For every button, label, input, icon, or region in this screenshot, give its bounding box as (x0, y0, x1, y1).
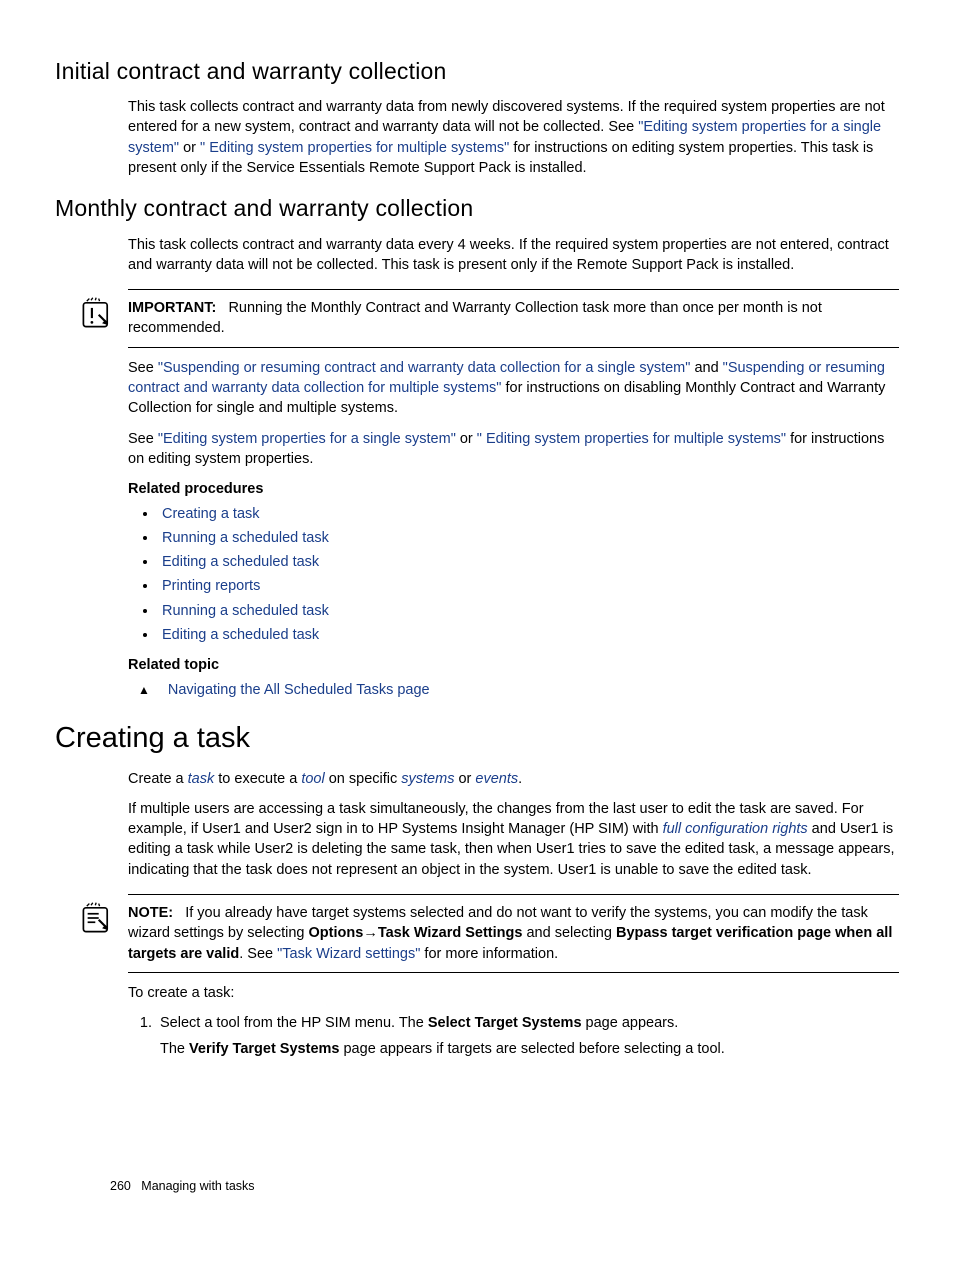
link-creating-task[interactable]: Creating a task (162, 506, 260, 522)
list-item: Editing a scheduled task (158, 625, 899, 645)
text: page appears if targets are selected bef… (339, 1041, 724, 1057)
link-edit-single-2[interactable]: "Editing system properties for a single … (158, 431, 456, 447)
section-heading-initial: Initial contract and warranty collection (55, 55, 899, 87)
text: . (518, 771, 522, 787)
related-topic-list: Navigating the All Scheduled Tasks page (128, 680, 899, 700)
text: See (128, 431, 158, 447)
bold-options: Options (309, 925, 364, 941)
term-full-config-rights[interactable]: full configuration rights (663, 821, 808, 837)
text: . See (239, 946, 277, 962)
text: for more information. (420, 946, 558, 962)
list-item: Creating a task (158, 504, 899, 524)
text: to execute a (214, 771, 301, 787)
after-important-body: See "Suspending or resuming contract and… (128, 358, 899, 700)
link-editing-scheduled-1[interactable]: Editing a scheduled task (162, 554, 319, 570)
section-heading-monthly: Monthly contract and warranty collection (55, 192, 899, 224)
section2-body: This task collects contract and warranty… (128, 235, 899, 276)
text: or (454, 771, 475, 787)
text: page appears. (582, 1015, 679, 1031)
link-running-scheduled-2[interactable]: Running a scheduled task (162, 603, 329, 619)
step-1: Select a tool from the HP SIM menu. The … (156, 1013, 899, 1060)
link-printing-reports[interactable]: Printing reports (162, 578, 260, 594)
link-edit-multiple-1[interactable]: " Editing system properties for multiple… (200, 140, 509, 156)
list-item: Navigating the All Scheduled Tasks page (138, 680, 899, 700)
important-text: Running the Monthly Contract and Warrant… (128, 300, 822, 336)
text: or (179, 140, 200, 156)
steps-intro: To create a task: (128, 983, 899, 1003)
link-edit-multiple-2[interactable]: " Editing system properties for multiple… (477, 431, 786, 447)
link-suspend-single[interactable]: "Suspending or resuming contract and war… (158, 360, 691, 376)
important-callout: IMPORTANT: Running the Monthly Contract … (128, 289, 899, 348)
term-task[interactable]: task (188, 771, 215, 787)
list-item: Running a scheduled task (158, 528, 899, 548)
bold-select-target: Select Target Systems (428, 1015, 582, 1031)
section3-body: Create a task to execute a tool on speci… (128, 769, 899, 880)
term-systems[interactable]: systems (401, 771, 454, 787)
term-tool[interactable]: tool (301, 771, 324, 787)
text: on specific (325, 771, 402, 787)
term-events[interactable]: events (475, 771, 518, 787)
page-footer: 260 Managing with tasks (110, 1178, 255, 1196)
steps-list: Select a tool from the HP SIM menu. The … (128, 1013, 899, 1060)
list-item: Running a scheduled task (158, 601, 899, 621)
steps-body: To create a task: Select a tool from the… (128, 983, 899, 1060)
section1-body: This task collects contract and warranty… (128, 97, 899, 178)
page-number: 260 (110, 1179, 131, 1193)
link-editing-scheduled-2[interactable]: Editing a scheduled task (162, 627, 319, 643)
text: or (456, 431, 477, 447)
note-callout: NOTE: If you already have target systems… (128, 894, 899, 973)
list-item: Editing a scheduled task (158, 552, 899, 572)
related-procedures-heading: Related procedures (128, 479, 899, 499)
note-label: NOTE: (128, 905, 173, 921)
text: This task collects contract and warranty… (128, 235, 899, 276)
text: Select a tool from the HP SIM menu. The (160, 1015, 428, 1031)
link-navigating-tasks-page[interactable]: Navigating the All Scheduled Tasks page (168, 682, 430, 698)
link-task-wizard-settings[interactable]: "Task Wizard settings" (277, 946, 420, 962)
text: Create a (128, 771, 188, 787)
important-icon (80, 296, 114, 330)
bold-task-wizard: Task Wizard Settings (378, 925, 523, 941)
related-topic-heading: Related topic (128, 655, 899, 675)
related-procedures-list: Creating a task Running a scheduled task… (128, 504, 899, 646)
note-icon (80, 901, 114, 935)
bold-verify-target: Verify Target Systems (189, 1041, 339, 1057)
arrow: → (363, 925, 378, 941)
important-label: IMPORTANT: (128, 300, 216, 316)
section-heading-creating: Creating a task (55, 718, 899, 759)
text: See (128, 360, 158, 376)
text: and selecting (522, 925, 616, 941)
list-item: Printing reports (158, 576, 899, 596)
text: and (690, 360, 722, 376)
link-running-scheduled-1[interactable]: Running a scheduled task (162, 530, 329, 546)
text: The (160, 1041, 189, 1057)
footer-label: Managing with tasks (141, 1179, 254, 1193)
